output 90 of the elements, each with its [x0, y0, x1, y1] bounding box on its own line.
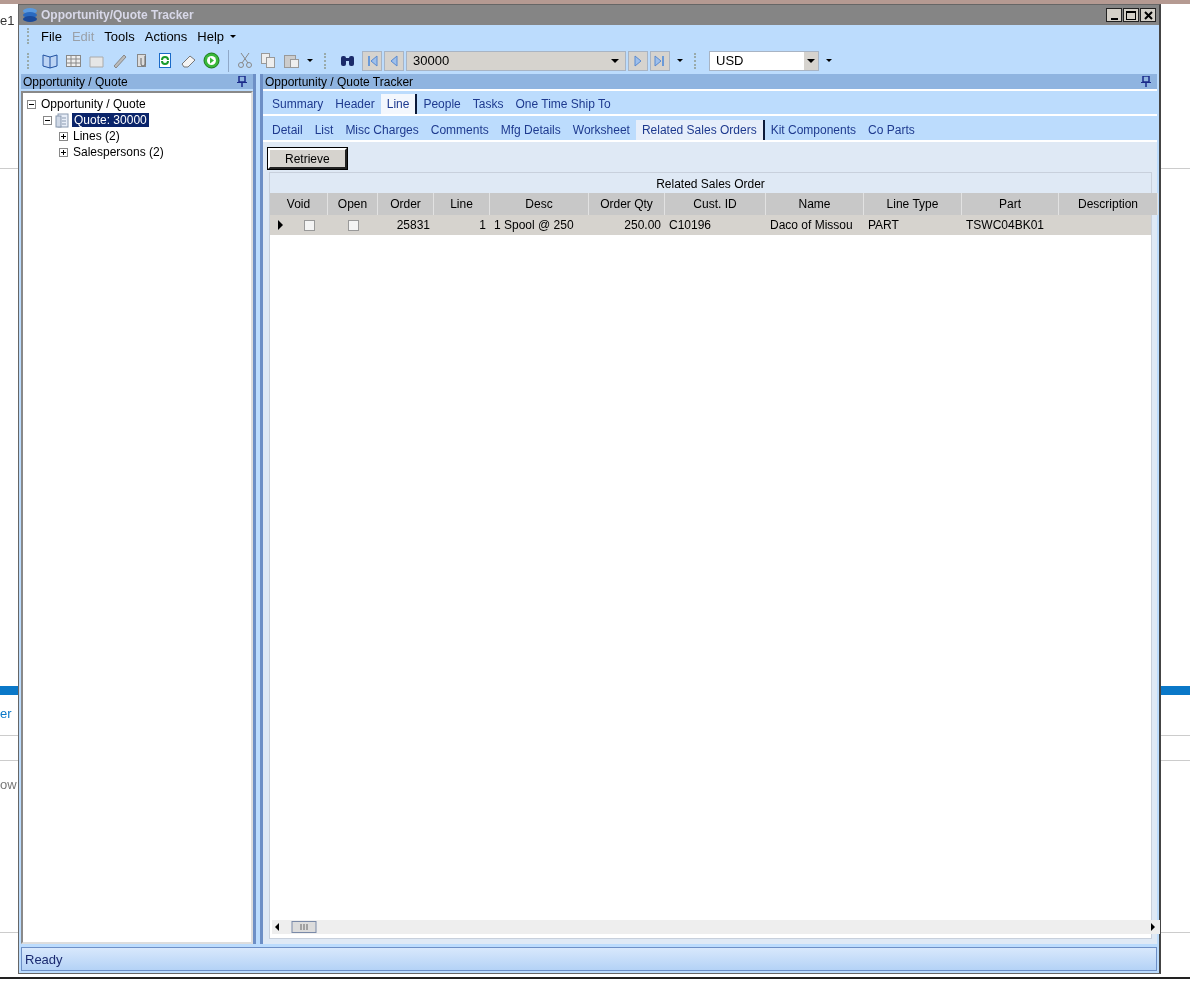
column-header[interactable]: Order Qty [589, 193, 665, 215]
table-cell-text: TSWC04BK01 [965, 217, 1046, 234]
tab[interactable]: Worksheet [566, 120, 636, 140]
column-header[interactable]: Description [1059, 193, 1158, 215]
refresh-icon[interactable] [157, 52, 174, 69]
tab[interactable]: Detail [266, 120, 309, 140]
expand-icon[interactable] [59, 147, 68, 157]
retrieve-button[interactable]: Retrieve [268, 148, 347, 169]
column-header[interactable]: Void [270, 193, 328, 215]
tree-item[interactable]: Opportunity / Quote [39, 97, 148, 111]
table-cell-text: 1 [478, 217, 487, 234]
minimize-icon [1110, 18, 1118, 20]
panel-title: Opportunity / Quote [23, 74, 128, 89]
tab[interactable]: One Time Ship To [509, 94, 617, 114]
column-header[interactable]: Open [328, 193, 378, 215]
cut-icon[interactable] [237, 52, 254, 69]
tab[interactable]: Related Sales Orders [635, 120, 765, 140]
background-text: e1 [0, 13, 15, 28]
checkbox[interactable] [347, 219, 359, 231]
paste-icon[interactable] [283, 52, 300, 69]
tab[interactable]: Mfg Details [494, 120, 567, 140]
tab[interactable]: Kit Components [764, 120, 863, 140]
first-icon [366, 53, 378, 68]
column-header[interactable]: Name [766, 193, 864, 215]
app-icon [22, 7, 38, 23]
background-text: ow [0, 777, 17, 792]
tree-item[interactable]: Lines (2) [71, 129, 122, 143]
grid-title: Related Sales Order [270, 173, 1151, 193]
column-header[interactable]: Cust. ID [665, 193, 766, 215]
collapse-icon[interactable] [43, 115, 52, 125]
book-icon[interactable] [42, 52, 59, 69]
table-cell-text: 250.00 [623, 217, 662, 234]
menu-item[interactable]: Tools [99, 26, 140, 46]
copy-icon[interactable] [260, 52, 277, 69]
minimize-button[interactable] [1106, 8, 1122, 22]
tab[interactable]: Comments [424, 120, 495, 140]
quote-dropdown[interactable]: 30000 [406, 50, 626, 71]
table-cell-text: PART [867, 217, 900, 234]
pin-icon[interactable] [1141, 76, 1151, 87]
panel-title: Opportunity / Quote Tracker [265, 74, 414, 89]
pin-icon[interactable] [237, 76, 247, 87]
dropdown-caret-icon [610, 57, 620, 64]
checkbox[interactable] [303, 219, 315, 231]
expand-icon[interactable] [59, 131, 68, 141]
overflow-caret-icon [306, 58, 314, 63]
status-text: Ready [25, 951, 63, 967]
table-cell-text: Daco of Missou [769, 217, 854, 234]
dropdown-value: 30000 [412, 53, 451, 68]
background-text: er [0, 706, 12, 721]
column-header[interactable]: Desc [490, 193, 589, 215]
maximize-button[interactable] [1123, 8, 1139, 22]
close-button[interactable] [1140, 8, 1156, 22]
menu-item[interactable]: File [36, 26, 67, 46]
tab[interactable]: Tasks [466, 94, 510, 114]
tree-item[interactable]: Salespersons (2) [71, 145, 166, 159]
last-button[interactable] [650, 50, 670, 71]
column-header[interactable]: Order [378, 193, 434, 215]
first-button[interactable] [362, 50, 382, 71]
column-header[interactable]: Line Type [864, 193, 962, 215]
table-cell-text: 1 Spool @ 250 [493, 217, 575, 234]
table-cell-text: C10196 [668, 217, 713, 234]
tab[interactable]: Misc Charges [339, 120, 425, 140]
maximize-icon [1126, 10, 1136, 20]
close-icon [1143, 10, 1153, 20]
tab[interactable]: Summary [266, 94, 330, 114]
tab[interactable]: People [417, 94, 467, 114]
tab[interactable]: List [308, 120, 340, 140]
previous-icon [388, 53, 400, 68]
collapse-icon[interactable] [27, 99, 36, 109]
window-title: Opportunity/Quote Tracker [41, 8, 194, 22]
grid-icon[interactable] [65, 52, 82, 69]
menu-item[interactable]: Actions [139, 26, 193, 46]
tree-item[interactable]: Quote: 30000 [72, 113, 149, 127]
next-icon [632, 53, 644, 68]
go-icon[interactable] [203, 52, 220, 69]
dropdown-caret-icon [806, 57, 816, 64]
currency-dropdown[interactable]: USD [709, 50, 819, 71]
tab[interactable]: Co Parts [862, 120, 921, 140]
tab[interactable]: Line [380, 94, 418, 114]
table-cell-text: 25831 [395, 217, 431, 234]
overflow-caret-icon [825, 58, 833, 63]
column-header[interactable]: Part [962, 193, 1059, 215]
dropdown-value: USD [715, 53, 745, 68]
tab[interactable]: Header [329, 94, 381, 114]
overflow-caret-icon [229, 33, 238, 39]
column-header[interactable]: Line [434, 193, 490, 215]
overflow-caret-icon [676, 58, 684, 63]
menu-item[interactable]: Help [192, 26, 230, 46]
last-icon [654, 53, 666, 68]
document-icon [55, 112, 69, 128]
